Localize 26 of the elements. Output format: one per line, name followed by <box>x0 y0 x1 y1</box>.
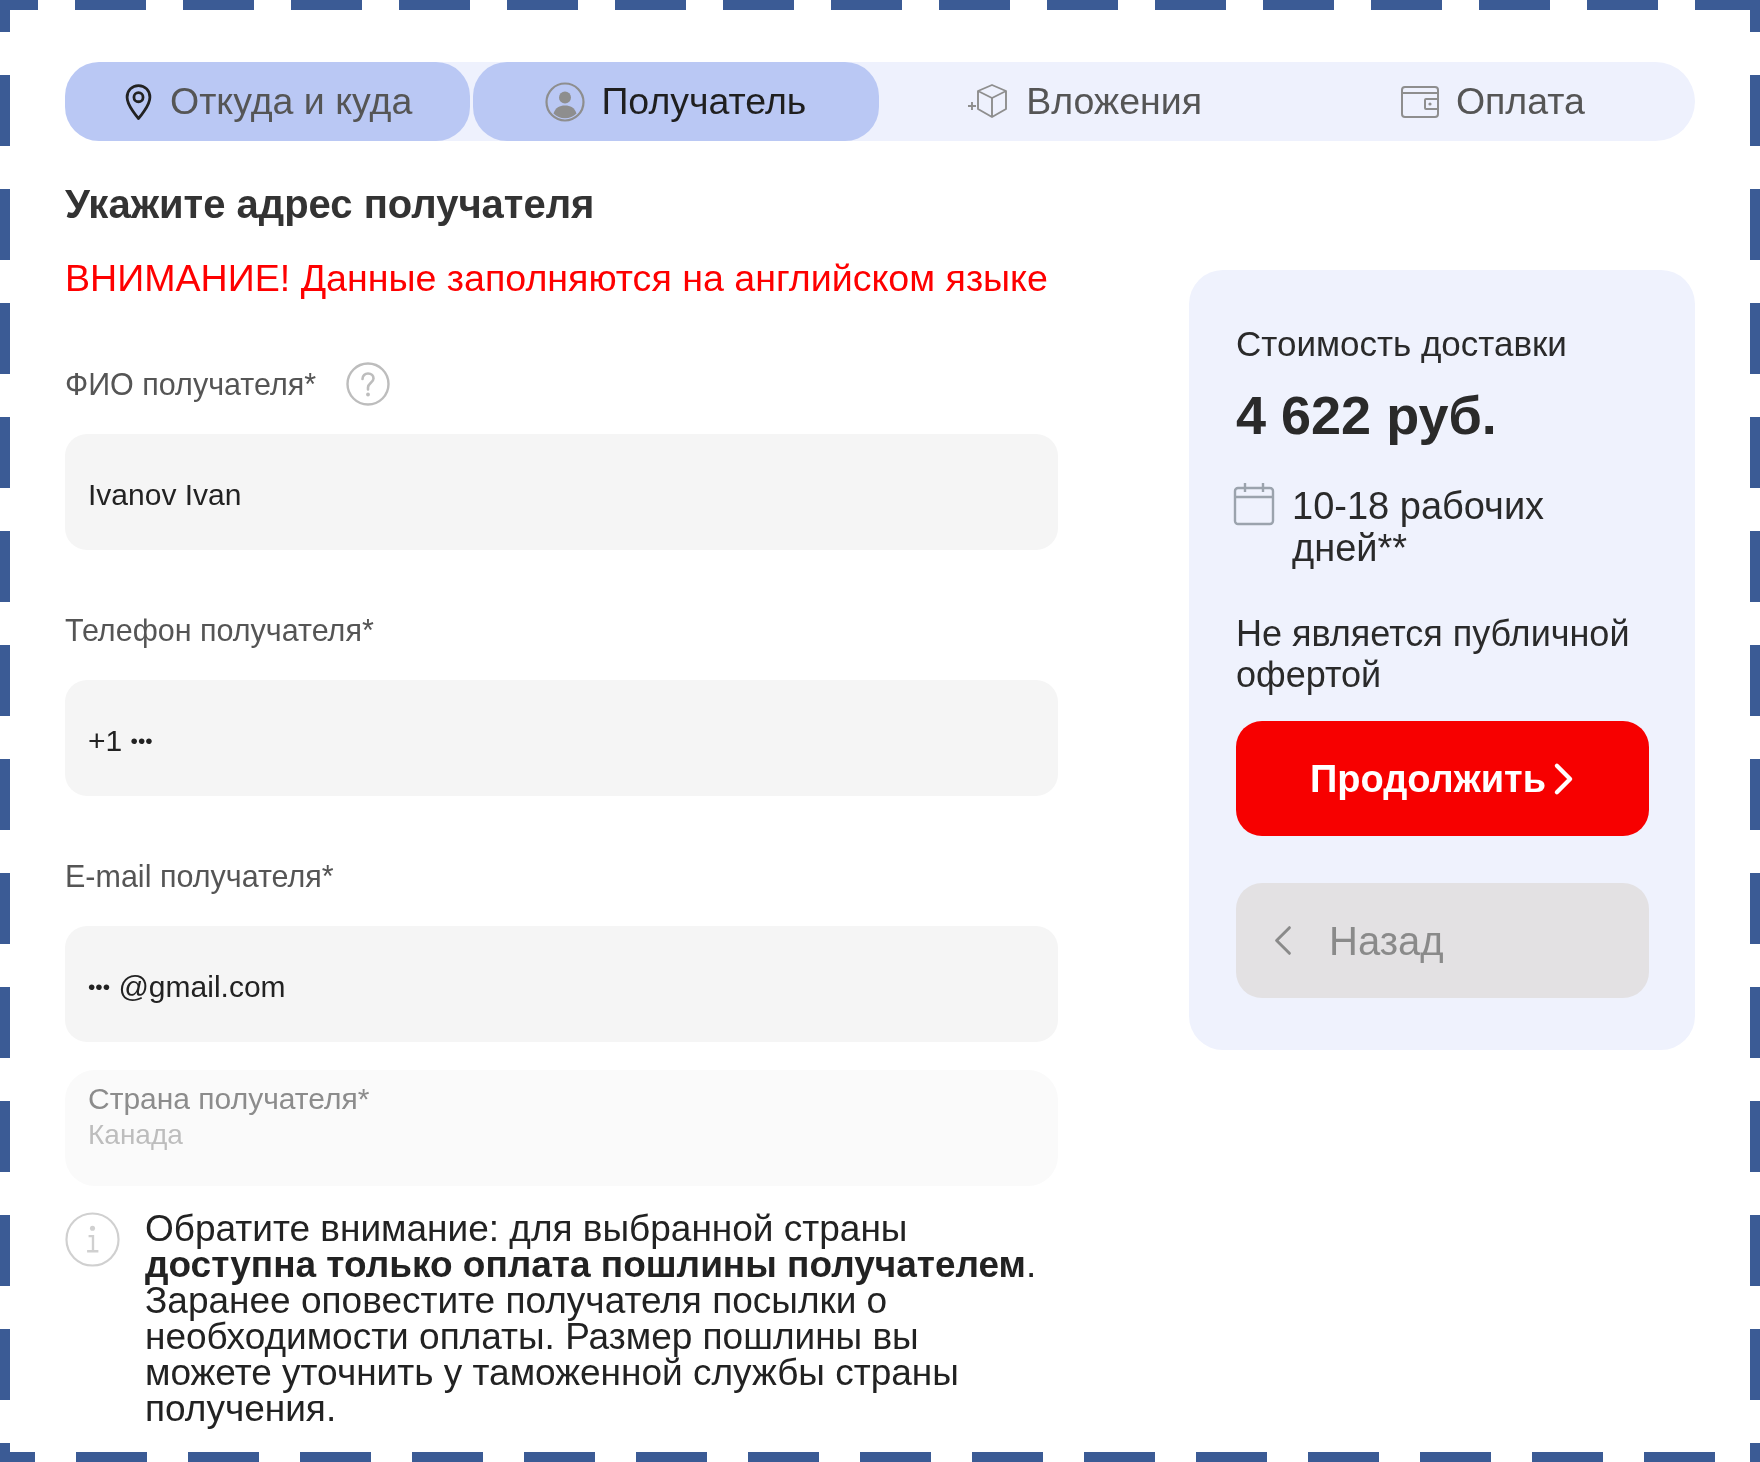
input-field[interactable]: Ivanov Ivan <box>65 434 1058 550</box>
cost-title: Стоимость доставки <box>1236 323 1568 365</box>
step-tab[interactable]: Получатель <box>473 62 879 141</box>
step-tab[interactable]: Оплата <box>1289 62 1695 141</box>
wallet-icon <box>1399 83 1440 120</box>
field-value: Канада <box>88 1118 183 1152</box>
step-tab[interactable]: Откуда и куда <box>65 62 471 141</box>
field-label: ФИО получателя* <box>65 366 317 404</box>
chevron-right-icon <box>1552 761 1575 796</box>
disclaimer-text: Не является публичной офертой <box>1236 613 1631 695</box>
form-heading: Укажите адрес получателя <box>65 182 596 226</box>
field-label: E-mail получателя* <box>65 858 334 896</box>
info-icon <box>65 1212 120 1267</box>
delivery-term: 10-18 рабочих дней** <box>1292 485 1546 569</box>
field-label: Телефон получателя* <box>65 612 374 650</box>
help-icon[interactable] <box>346 362 391 406</box>
calendar-icon <box>1233 482 1275 526</box>
location-pin-icon <box>123 82 154 121</box>
chevron-left-icon <box>1272 923 1294 958</box>
warning-text: ВНИМАНИЕ! Данные заполняются на английском языке <box>65 256 1049 300</box>
user-icon <box>545 81 586 122</box>
step-tab[interactable]: Вложения <box>881 62 1287 141</box>
next-button[interactable]: Продолжить <box>1236 721 1649 836</box>
price-text: 4 622 руб. <box>1236 384 1498 446</box>
field-label: Страна получателя* <box>88 1081 370 1117</box>
notice-text: Обратите внимание: для выбранной страны доступна только оплата пошлины получателем. Заранее оповестите получателя посылки о необходимости оплаты. Размер пошлины вы можете уточнить у таможенной службы страны получения. <box>145 1211 1038 1427</box>
